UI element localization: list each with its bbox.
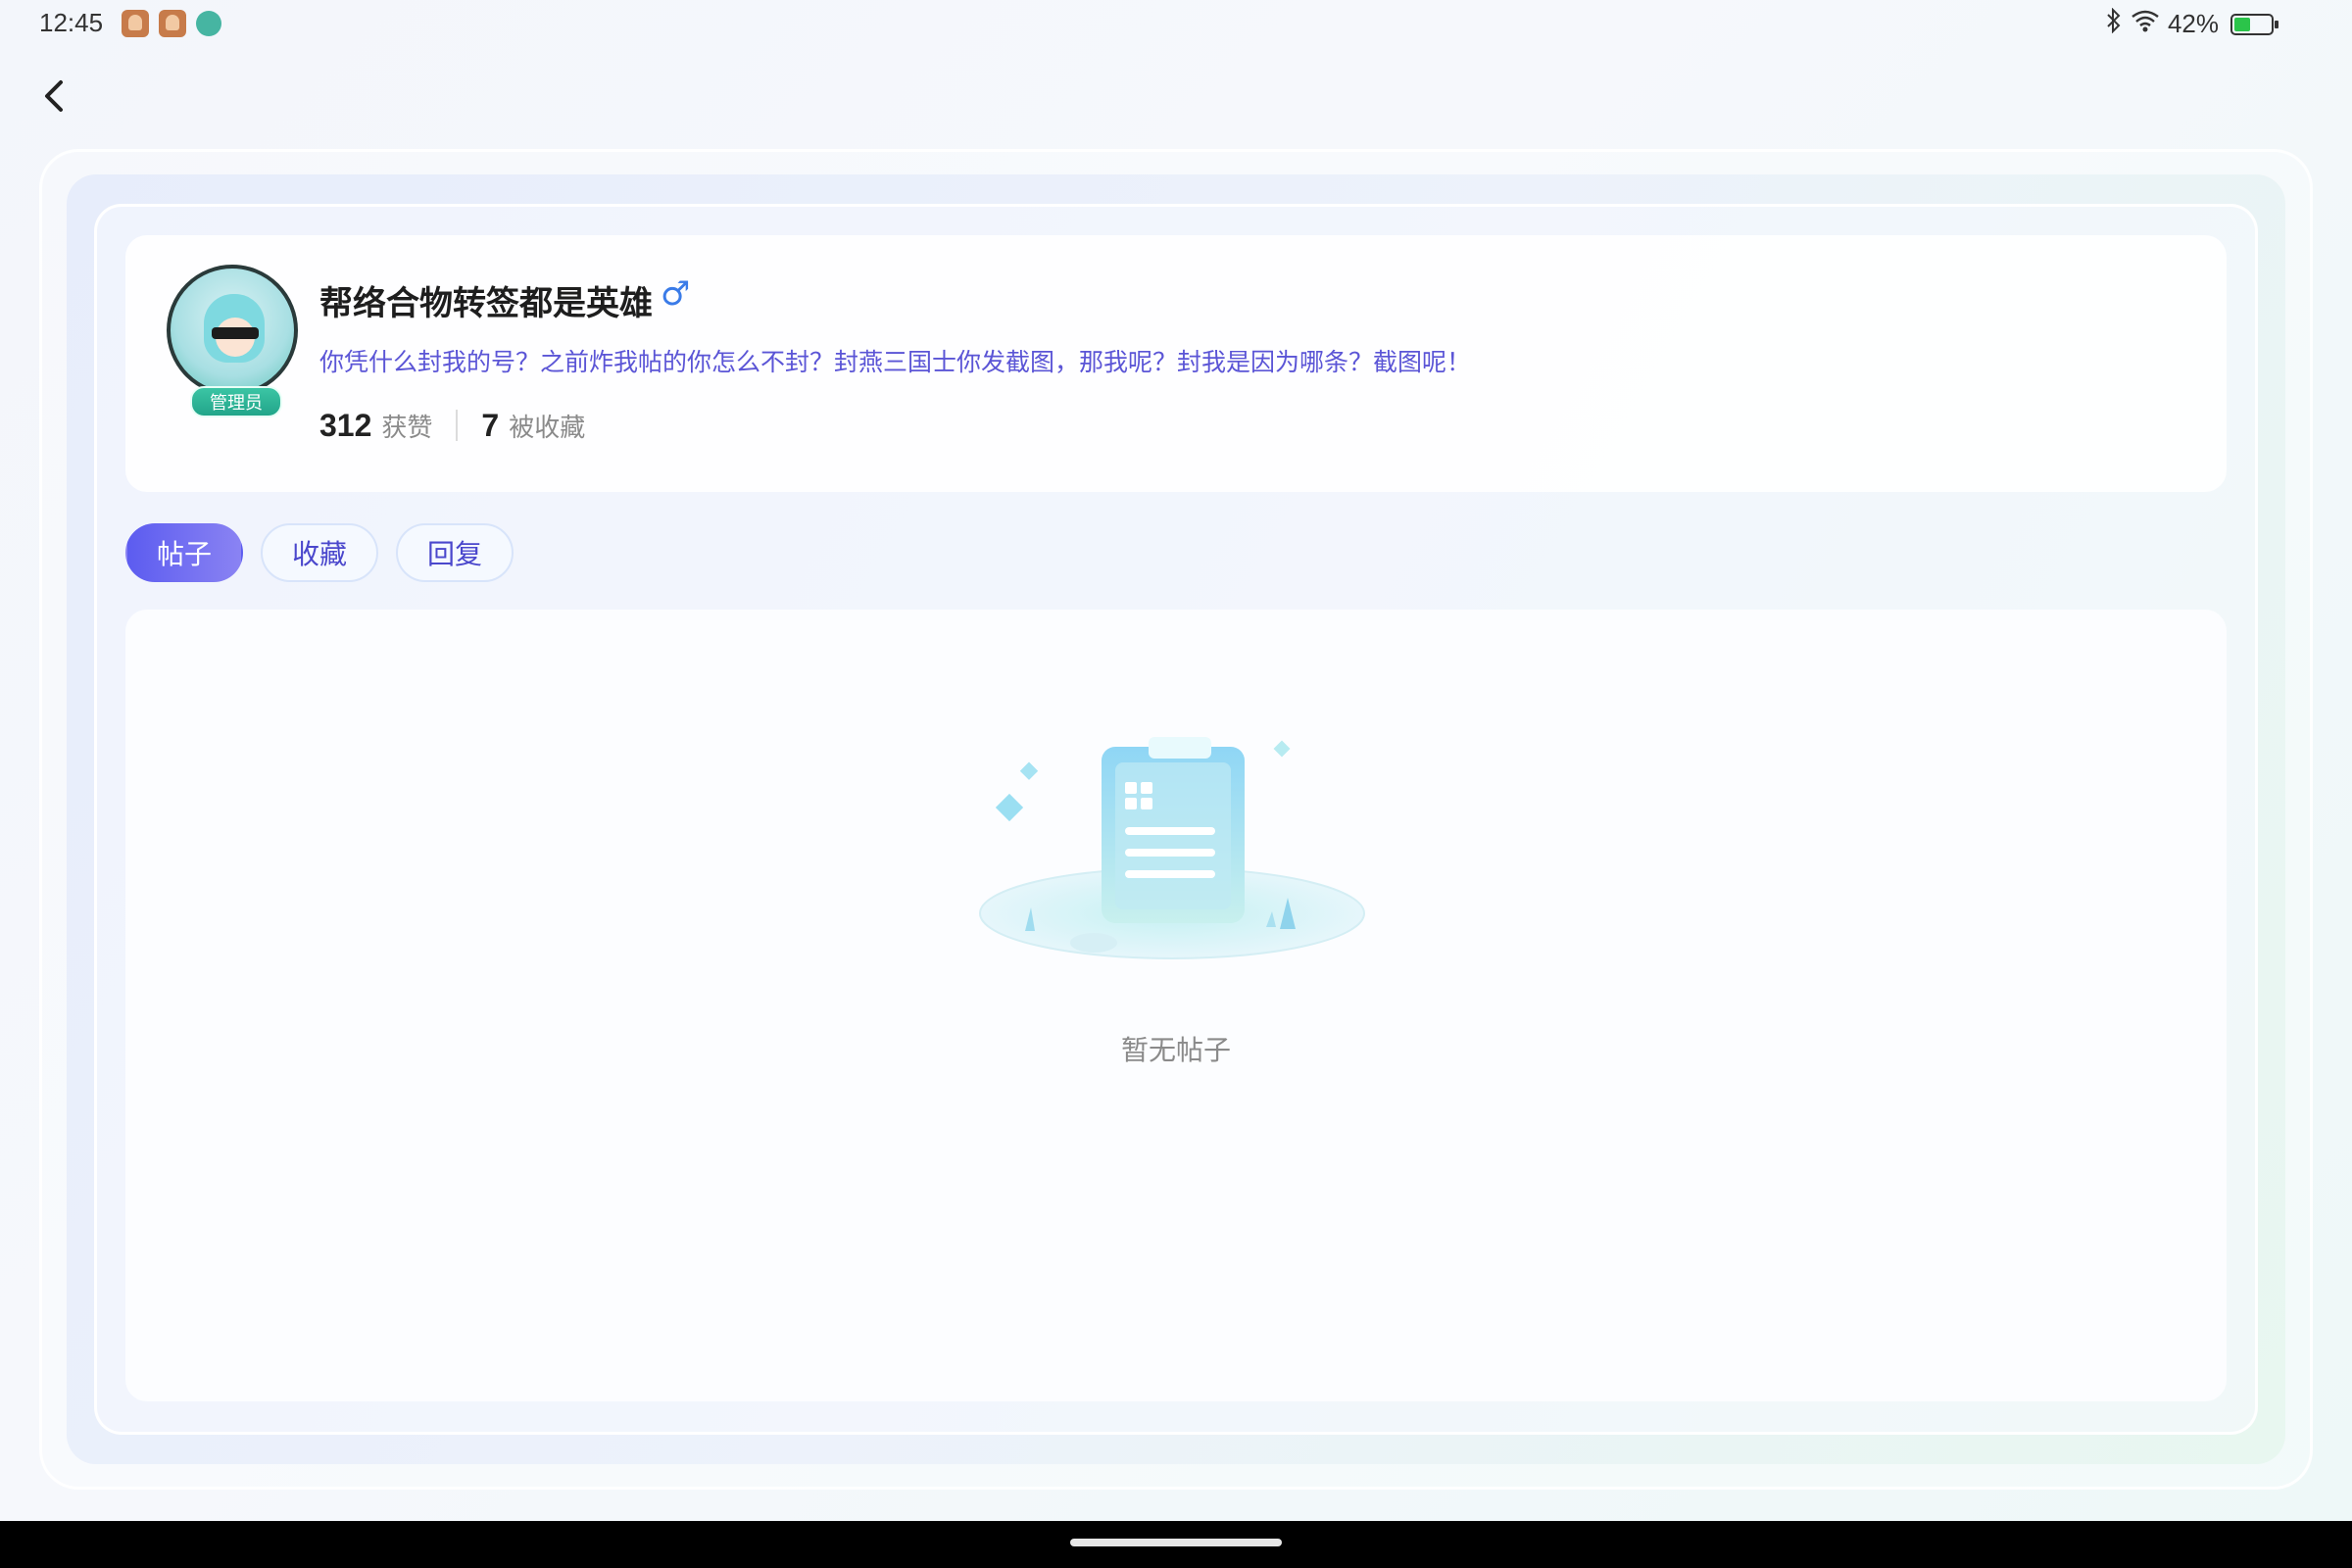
likes-label: 获赞 — [381, 413, 433, 443]
notification-avatar-icon — [159, 10, 186, 37]
admin-badge: 管理员 — [190, 386, 282, 417]
tab-posts[interactable]: 帖子 — [125, 523, 244, 582]
likes-count: 312 — [319, 407, 372, 443]
notification-avatar-icon — [122, 10, 149, 37]
battery-percent: 42% — [2167, 9, 2219, 38]
bio: 你凭什么封我的号？之前炸我帖的你怎么不封？封燕三国士你发截图，那我呢？封我是因为… — [319, 348, 1472, 376]
wifi-icon — [2131, 9, 2160, 39]
content-panel: 暂无帖子 — [125, 610, 2227, 1401]
chevron-left-icon — [45, 80, 63, 112]
male-gender-icon: ♂ — [661, 274, 691, 314]
home-indicator[interactable] — [1070, 1539, 1282, 1546]
favorited-label: 被收藏 — [509, 413, 586, 443]
empty-state-message: 暂无帖子 — [1120, 1034, 1231, 1066]
status-time: 12:45 — [39, 8, 104, 37]
tab-favorites[interactable]: 收藏 — [261, 523, 379, 582]
status-bar: 12:45 42% — [0, 0, 2352, 49]
empty-clipboard-icon — [979, 737, 1365, 959]
notification-app-icon — [196, 11, 221, 36]
stats-divider — [456, 410, 459, 441]
profile-stats: 312 获赞 7 被收藏 — [319, 406, 585, 445]
battery-icon — [2230, 13, 2278, 35]
avatar[interactable]: 管理员 — [167, 265, 298, 417]
tab-bar: 帖子 收藏 回复 — [125, 523, 514, 582]
profile-card: 管理员 帮络合物转签都是英雄 ♂ 你凭什么封我的号？之前炸我帖的你怎么不封？封燕… — [125, 235, 2227, 492]
status-indicators: 42% — [2105, 7, 2278, 40]
navigation-bar — [0, 1521, 2352, 1568]
bluetooth-icon — [2105, 7, 2123, 40]
tab-replies[interactable]: 回复 — [396, 523, 514, 582]
username: 帮络合物转签都是英雄 — [319, 284, 653, 323]
back-button[interactable] — [35, 73, 74, 120]
favorited-count: 7 — [481, 407, 500, 443]
